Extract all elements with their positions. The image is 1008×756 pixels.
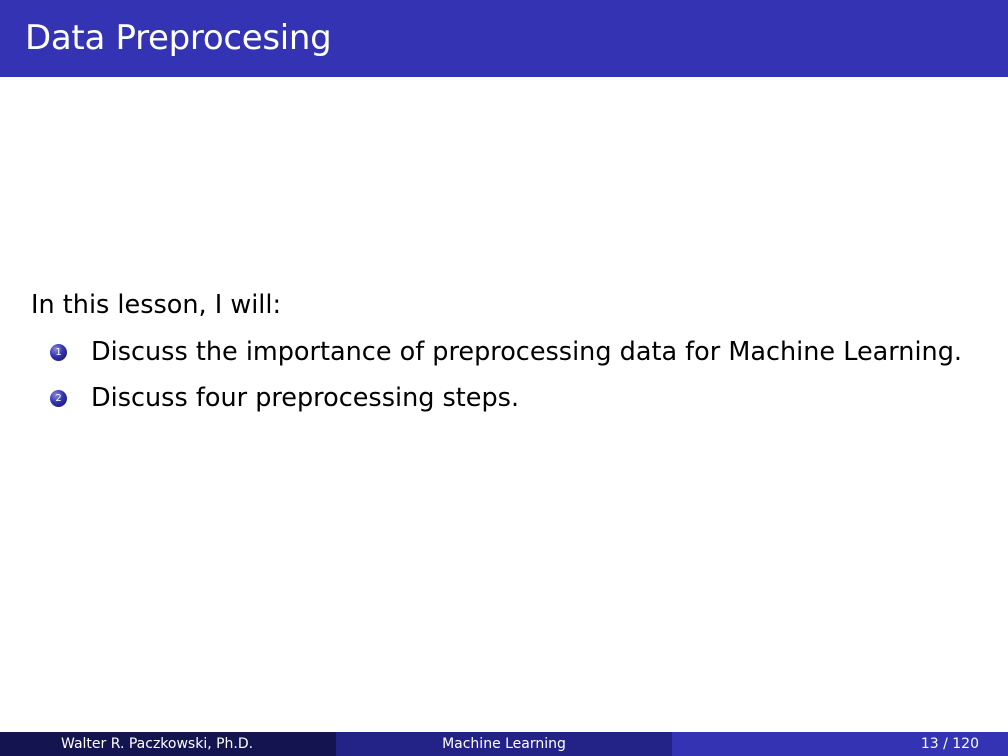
list-item-text: Discuss the importance of preprocessing … [91, 336, 962, 367]
enumerated-list: 1 Discuss the importance of preprocessin… [31, 337, 962, 414]
footer-page-number: 13 / 120 [672, 732, 1008, 756]
enumeration-ball-icon: 1 [50, 343, 67, 361]
list-item: 2 Discuss four preprocessing steps. [31, 383, 962, 414]
list-item-text: Discuss four preprocessing steps. [91, 383, 520, 414]
enumeration-ball-icon: 2 [50, 390, 67, 408]
list-item: 1 Discuss the importance of preprocessin… [31, 337, 962, 368]
slide-title: Data Preprocesing [25, 18, 332, 58]
footer-author: Walter R. Paczkowski, Ph.D. [0, 732, 336, 756]
footer-bar: Walter R. Paczkowski, Ph.D. Machine Lear… [0, 732, 1008, 756]
title-bar: Data Preprocesing [0, 0, 1008, 77]
footer-course-title: Machine Learning [336, 732, 672, 756]
slide-content: In this lesson, I will: 1 Discuss the im… [31, 290, 962, 430]
intro-text: In this lesson, I will: [31, 290, 282, 320]
